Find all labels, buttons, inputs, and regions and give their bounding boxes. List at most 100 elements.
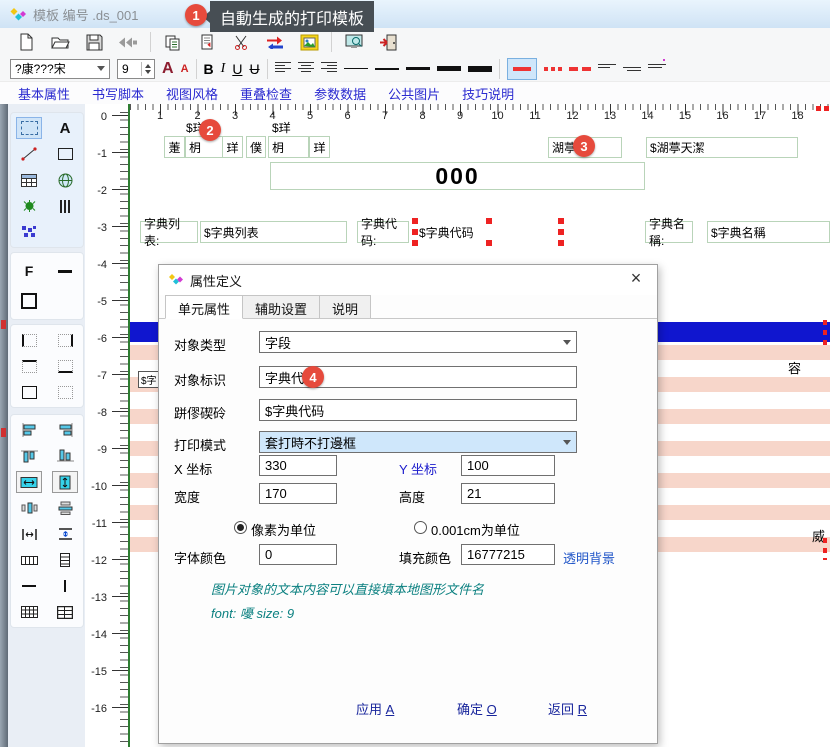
border-all-button[interactable] (16, 381, 42, 403)
print-mode-select[interactable]: 套打時不打邊框 (259, 431, 577, 453)
selection-handle[interactable] (412, 229, 418, 235)
italic-button[interactable]: I (221, 61, 226, 77)
red-solid-line-button[interactable] (507, 58, 537, 80)
apply-button[interactable]: 应用 A (356, 699, 394, 718)
menu-item-view-style[interactable]: 视图风格 (166, 84, 218, 103)
grid-small-button[interactable] (16, 601, 42, 623)
barcode-tool[interactable] (52, 195, 78, 217)
line-style-1-button[interactable] (598, 60, 616, 78)
tab-unit-props[interactable]: 单元属性 (165, 295, 243, 319)
canvas-dict-label[interactable]: 字典列表: (140, 221, 198, 243)
line-style-3-button[interactable] (648, 59, 666, 78)
align-bottom-edges-button[interactable] (52, 445, 78, 467)
font-shrink-button[interactable]: A (181, 63, 189, 75)
align-center-button[interactable] (298, 60, 314, 78)
canvas-field-fragment[interactable]: $字 (138, 371, 160, 388)
center-horizontal-button[interactable] (16, 471, 42, 493)
dash-tool[interactable] (52, 260, 78, 282)
text-tool[interactable]: A (52, 117, 78, 139)
line-tool[interactable] (16, 143, 42, 165)
preview-button[interactable] (342, 31, 366, 53)
align-left-button[interactable] (275, 60, 291, 78)
return-button[interactable]: 返回 R (548, 699, 587, 718)
rows-button[interactable] (52, 549, 78, 571)
distribute-horizontal-button[interactable] (16, 497, 42, 519)
canvas-field[interactable]: 萐 (164, 136, 185, 158)
new-file-button[interactable] (14, 31, 38, 53)
vertical-line-button[interactable] (52, 575, 78, 597)
font-color-input[interactable]: 0 (259, 544, 337, 565)
font-size-spinner[interactable]: 9 (117, 59, 155, 79)
field-tool[interactable]: F (16, 260, 42, 282)
canvas-field-title-var[interactable]: $湖葶天潔 (646, 137, 798, 158)
y-coord-input[interactable]: 100 (461, 455, 555, 476)
selection-handle[interactable] (558, 229, 564, 235)
bitmap-tool[interactable] (16, 221, 42, 243)
fill-color-input[interactable]: 16777215 (461, 544, 555, 565)
ok-button[interactable]: 确定 O (457, 699, 497, 718)
font-grow-button[interactable]: A (162, 60, 174, 78)
unit-cm-radio[interactable] (414, 521, 427, 534)
paste-button[interactable] (195, 31, 219, 53)
x-coord-input[interactable]: 330 (259, 455, 337, 476)
insert-image-button[interactable] (297, 31, 321, 53)
border-none-button[interactable] (52, 381, 78, 403)
cut-button[interactable] (229, 31, 253, 53)
border-left-button[interactable] (16, 329, 42, 351)
red-dotted-line-button[interactable] (544, 67, 562, 71)
font-name-combobox[interactable]: ?康???宋 (10, 59, 110, 79)
canvas-counter-field[interactable]: 000 (270, 162, 645, 190)
table-tool[interactable] (16, 169, 42, 191)
copy-button[interactable] (161, 31, 185, 53)
border-right-button[interactable] (52, 329, 78, 351)
center-vertical-button[interactable] (52, 471, 78, 493)
align-left-edges-button[interactable] (16, 419, 42, 441)
bold-button[interactable]: B (204, 61, 214, 77)
open-file-button[interactable] (48, 31, 72, 53)
canvas-field[interactable]: 珜 (222, 136, 243, 158)
selection-handle[interactable] (486, 240, 492, 246)
grid-large-button[interactable] (52, 601, 78, 623)
horizontal-line-button[interactable] (16, 575, 42, 597)
same-width-button[interactable] (16, 523, 42, 545)
swap-arrows-button[interactable] (263, 31, 287, 53)
tab-aux-settings[interactable]: 辅助设置 (242, 295, 320, 319)
selection-handle[interactable] (558, 218, 564, 224)
canvas-field[interactable]: 枂 (268, 136, 309, 158)
align-right-button[interactable] (321, 60, 337, 78)
line-width-2-button[interactable] (375, 68, 399, 70)
spinner-arrows-icon[interactable] (141, 62, 154, 76)
red-dashed-line-button[interactable] (569, 67, 591, 71)
bug-tool[interactable] (16, 195, 42, 217)
square-tool[interactable] (16, 290, 42, 312)
same-height-button[interactable] (52, 523, 78, 545)
align-right-edges-button[interactable] (52, 419, 78, 441)
export-button[interactable] (116, 31, 140, 53)
distribute-vertical-button[interactable] (52, 497, 78, 519)
exit-button[interactable] (376, 31, 400, 53)
menu-item-parameters[interactable]: 参数数据 (314, 84, 366, 103)
canvas-dict-label[interactable]: 字典名稱: (645, 221, 693, 243)
line-width-1-button[interactable] (344, 68, 368, 69)
canvas-dict-value[interactable]: $字典列表 (200, 221, 347, 243)
border-top-button[interactable] (16, 355, 42, 377)
strikethrough-button[interactable]: U (249, 61, 259, 77)
canvas-dict-label[interactable]: 字典代码: (357, 221, 409, 243)
line-style-2-button[interactable] (623, 59, 641, 78)
selection-handle[interactable] (412, 240, 418, 246)
width-input[interactable]: 170 (259, 483, 337, 504)
menu-item-shared-images[interactable]: 公共图片 (388, 84, 440, 103)
object-type-select[interactable]: 字段 (259, 331, 577, 353)
line-width-4-button[interactable] (437, 66, 461, 71)
line-width-3-button[interactable] (406, 67, 430, 70)
menu-item-overlap-check[interactable]: 重叠检查 (240, 84, 292, 103)
underline-button[interactable]: U (232, 61, 242, 77)
selection-handle[interactable] (412, 218, 418, 224)
globe-tool[interactable] (52, 169, 78, 191)
menu-item-basic-props[interactable]: 基本属性 (18, 84, 70, 103)
selection-handle[interactable] (486, 218, 492, 224)
canvas-dict-value[interactable]: $字典名稱 (707, 221, 830, 243)
line-width-5-button[interactable] (468, 66, 492, 72)
border-bottom-button[interactable] (52, 355, 78, 377)
menu-item-tips[interactable]: 技巧说明 (462, 84, 514, 103)
